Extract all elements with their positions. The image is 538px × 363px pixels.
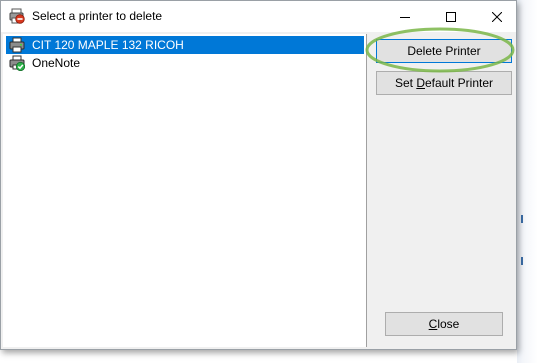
printer-icon xyxy=(9,37,25,53)
minimize-button[interactable] xyxy=(382,1,428,32)
close-icon xyxy=(492,11,502,22)
printer-list-item[interactable]: CIT 120 MAPLE 132 RICOH xyxy=(6,36,364,54)
screenshot-canvas: Select a printer to delete CIT 120 MAPLE… xyxy=(0,0,538,363)
close-accelerator: C xyxy=(428,317,438,331)
minimize-icon xyxy=(400,16,410,18)
background-edge-mark xyxy=(521,215,523,223)
close-window-button[interactable] xyxy=(474,1,520,32)
select-printer-dialog: Select a printer to delete CIT 120 MAPLE… xyxy=(0,0,517,350)
maximize-icon xyxy=(446,11,456,22)
printer-name: CIT 120 MAPLE 132 RICOH xyxy=(32,38,184,52)
printer-delete-icon xyxy=(9,8,25,24)
delete-printer-button[interactable]: Delete Printer xyxy=(376,39,512,63)
printer-name: OneNote xyxy=(32,56,81,70)
close-button[interactable]: Close xyxy=(385,312,503,336)
background-edge xyxy=(517,0,538,363)
background-edge-mark xyxy=(521,257,523,265)
title-bar[interactable]: Select a printer to delete xyxy=(1,1,516,32)
window-title: Select a printer to delete xyxy=(32,9,163,23)
dialog-client-area: CIT 120 MAPLE 132 RICOH OneNote Delete P… xyxy=(1,32,516,349)
printer-list-item[interactable]: OneNote xyxy=(6,54,364,72)
set-default-printer-button[interactable]: Set Default Printer xyxy=(376,71,512,95)
maximize-button[interactable] xyxy=(428,1,474,32)
set-default-label-suffix: efault Printer xyxy=(424,76,494,90)
default-printer-check-icon xyxy=(9,55,25,71)
set-default-accelerator: D xyxy=(416,76,425,90)
printer-list[interactable]: CIT 120 MAPLE 132 RICOH OneNote xyxy=(3,34,367,347)
set-default-label-prefix: Set xyxy=(394,76,417,90)
close-label-suffix: lose xyxy=(437,317,460,331)
